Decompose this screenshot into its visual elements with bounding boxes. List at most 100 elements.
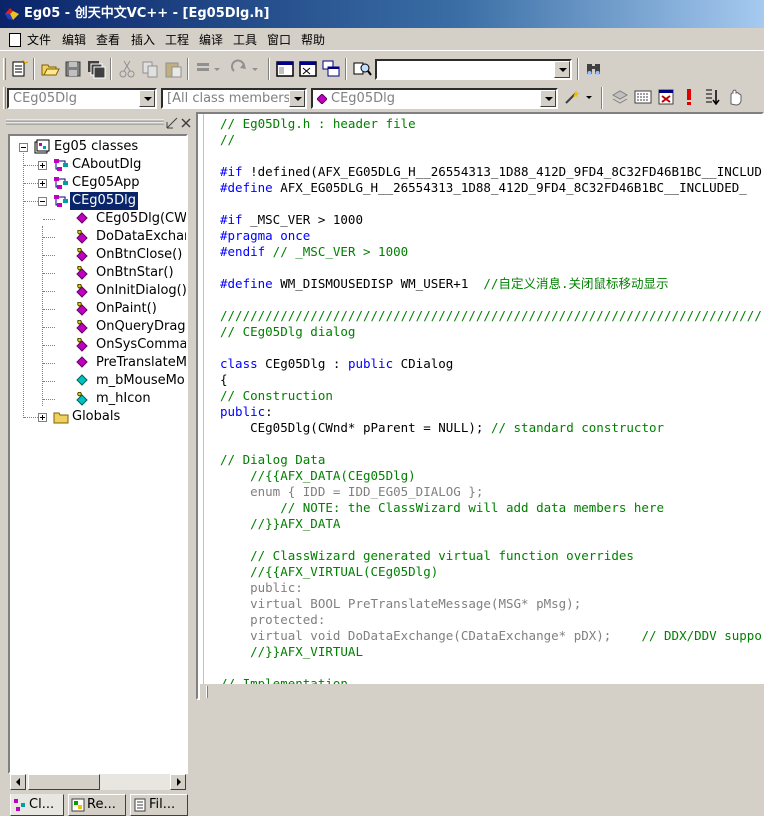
paste-icon[interactable] — [163, 59, 183, 79]
expand-toggle[interactable] — [38, 179, 47, 188]
find-binoculars-icon[interactable] — [584, 59, 604, 79]
code-line[interactable]: ////////////////////////////////////////… — [220, 308, 762, 324]
toolbar-grip[interactable] — [3, 58, 6, 80]
scroll-thumb[interactable] — [28, 774, 100, 790]
menu-tools[interactable]: 工具 — [233, 32, 257, 48]
pane-grip[interactable] — [6, 118, 164, 128]
close-pane-icon[interactable] — [180, 117, 192, 129]
code-line[interactable]: #define WM_DISMOUSEDISP WM_USER+1 //自定义消… — [220, 276, 668, 292]
code-editor[interactable]: // Eg05Dlg.h : header file// #if !defined… — [196, 112, 764, 700]
undo-icon[interactable] — [194, 59, 222, 79]
expand-toggle[interactable] — [38, 161, 47, 170]
scroll-right-button[interactable] — [170, 774, 186, 790]
code-line[interactable]: enum { IDD = IDD_EG05_DIALOG }; — [220, 484, 483, 500]
code-line[interactable]: #define AFX_EG05DLG_H__26554313_1D88_412… — [220, 180, 747, 196]
tree-member-item[interactable]: CEg05Dlg(CWnd — [10, 210, 186, 228]
code-line[interactable]: CEg05Dlg(CWnd* pParent = NULL); // stand… — [220, 420, 664, 436]
menu-view[interactable]: 查看 — [96, 32, 120, 48]
menu-edit[interactable]: 编辑 — [62, 32, 86, 48]
tree-member-item[interactable]: OnSysComma — [10, 336, 186, 354]
go-debug-icon[interactable] — [702, 87, 722, 107]
tree-class-item[interactable]: CAboutDlg — [10, 156, 186, 174]
code-line[interactable]: protected: — [220, 612, 325, 628]
menu-project[interactable]: 工程 — [165, 32, 189, 48]
code-line[interactable]: { — [220, 372, 228, 388]
split-handle[interactable] — [206, 686, 208, 698]
find-combo-dropdown[interactable] — [554, 61, 570, 78]
code-line[interactable]: //}}AFX_DATA — [220, 516, 340, 532]
tree-globals-item[interactable]: Globals — [10, 408, 186, 426]
class-combo-dropdown[interactable] — [139, 90, 155, 107]
tree-member-item[interactable]: OnQueryDragI — [10, 318, 186, 336]
code-line[interactable]: //}}AFX_VIRTUAL — [220, 644, 363, 660]
code-line[interactable]: public: — [220, 580, 303, 596]
code-line[interactable]: // CEg05Dlg dialog — [220, 324, 355, 340]
code-line[interactable]: // — [220, 132, 235, 148]
expand-toggle[interactable] — [38, 413, 47, 422]
tree-horizontal-scrollbar[interactable] — [10, 774, 186, 790]
code-line[interactable]: #pragma once — [220, 228, 310, 244]
redo-icon[interactable] — [230, 59, 262, 79]
scroll-left-button[interactable] — [10, 774, 26, 790]
code-line[interactable]: //{{AFX_VIRTUAL(CEg05Dlg) — [220, 564, 438, 580]
menu-help[interactable]: 帮助 — [301, 32, 325, 48]
editor-gutter[interactable] — [198, 114, 204, 698]
tree-member-item[interactable]: PreTranslateM — [10, 354, 186, 372]
tree-member-item[interactable]: DoDataExchan — [10, 228, 186, 246]
tab-resourceview[interactable]: Re... — [68, 794, 126, 816]
code-line[interactable]: public: — [220, 404, 273, 420]
output-window-icon[interactable] — [298, 59, 318, 79]
new-text-file-icon[interactable] — [9, 59, 29, 79]
stop-build-icon[interactable] — [656, 87, 676, 107]
code-line[interactable]: #if !defined(AFX_EG05DLG_H__26554313_1D8… — [220, 164, 762, 180]
title-bar[interactable]: Eg05 - 创天中文VC++ - [Eg05Dlg.h] — [0, 0, 764, 28]
find-combo[interactable] — [375, 59, 572, 80]
tree-root[interactable]: Eg05 classes — [10, 138, 186, 156]
compile-icon[interactable] — [610, 87, 630, 107]
open-folder-icon[interactable] — [40, 59, 60, 79]
class-combo[interactable]: CEg05Dlg — [7, 88, 157, 109]
tree-class-item[interactable]: CEg05App — [10, 174, 186, 192]
cut-icon[interactable] — [117, 59, 137, 79]
code-line[interactable]: // Dialog Data — [220, 452, 325, 468]
menu-window[interactable]: 窗口 — [267, 32, 291, 48]
wizard-action-icon[interactable] — [562, 87, 596, 107]
window-list-icon[interactable] — [321, 59, 341, 79]
filter-combo[interactable]: [All class members] — [161, 88, 307, 109]
tree-member-item[interactable]: m_hIcon — [10, 390, 186, 408]
code-line[interactable]: // Eg05Dlg.h : header file — [220, 116, 416, 132]
breakpoint-hand-icon[interactable] — [725, 87, 745, 107]
tree-member-item[interactable]: OnBtnClose() — [10, 246, 186, 264]
code-line[interactable]: //{{AFX_DATA(CEg05Dlg) — [220, 468, 416, 484]
code-line[interactable]: virtual void DoDataExchange(CDataExchang… — [220, 628, 762, 644]
code-line[interactable]: virtual BOOL PreTranslateMessage(MSG* pM… — [220, 596, 581, 612]
tree-member-item[interactable]: OnInitDialog() — [10, 282, 186, 300]
code-line[interactable]: // ClassWizard generated virtual functio… — [220, 548, 634, 564]
member-combo-dropdown[interactable] — [540, 90, 556, 107]
find-in-files-icon[interactable] — [352, 59, 372, 79]
tab-classview[interactable]: Cl... — [10, 794, 64, 816]
maximize-pane-icon[interactable] — [166, 117, 178, 129]
code-line[interactable]: class CEg05Dlg : public CDialog — [220, 356, 453, 372]
tree-class-item-selected[interactable]: CEg05Dlg — [10, 191, 186, 211]
code-line[interactable]: #endif // _MSC_VER > 1000 — [220, 244, 408, 260]
execute-icon[interactable] — [679, 87, 699, 107]
copy-icon[interactable] — [140, 59, 160, 79]
menu-file[interactable]: 文件 — [27, 32, 51, 48]
tree-member-item[interactable]: OnBtnStar() — [10, 264, 186, 282]
member-combo[interactable]: CEg05Dlg — [311, 88, 558, 109]
tree-member-item[interactable]: OnPaint() — [10, 300, 186, 318]
document-icon[interactable] — [9, 33, 21, 47]
collapse-toggle[interactable] — [19, 143, 28, 152]
save-all-icon[interactable] — [86, 59, 106, 79]
tab-fileview[interactable]: Fil... — [130, 794, 188, 816]
menu-insert[interactable]: 插入 — [131, 32, 155, 48]
build-icon[interactable] — [633, 87, 653, 107]
menu-build[interactable]: 编译 — [199, 32, 223, 48]
workspace-window-icon[interactable] — [275, 59, 295, 79]
code-line[interactable]: // NOTE: the ClassWizard will add data m… — [220, 500, 664, 516]
save-icon[interactable] — [63, 59, 83, 79]
code-line[interactable]: // Construction — [220, 388, 333, 404]
class-view-tree[interactable]: Eg05 classes CAboutDlg CEg05App CEg05Dlg… — [8, 134, 188, 774]
filter-combo-dropdown[interactable] — [289, 90, 305, 107]
